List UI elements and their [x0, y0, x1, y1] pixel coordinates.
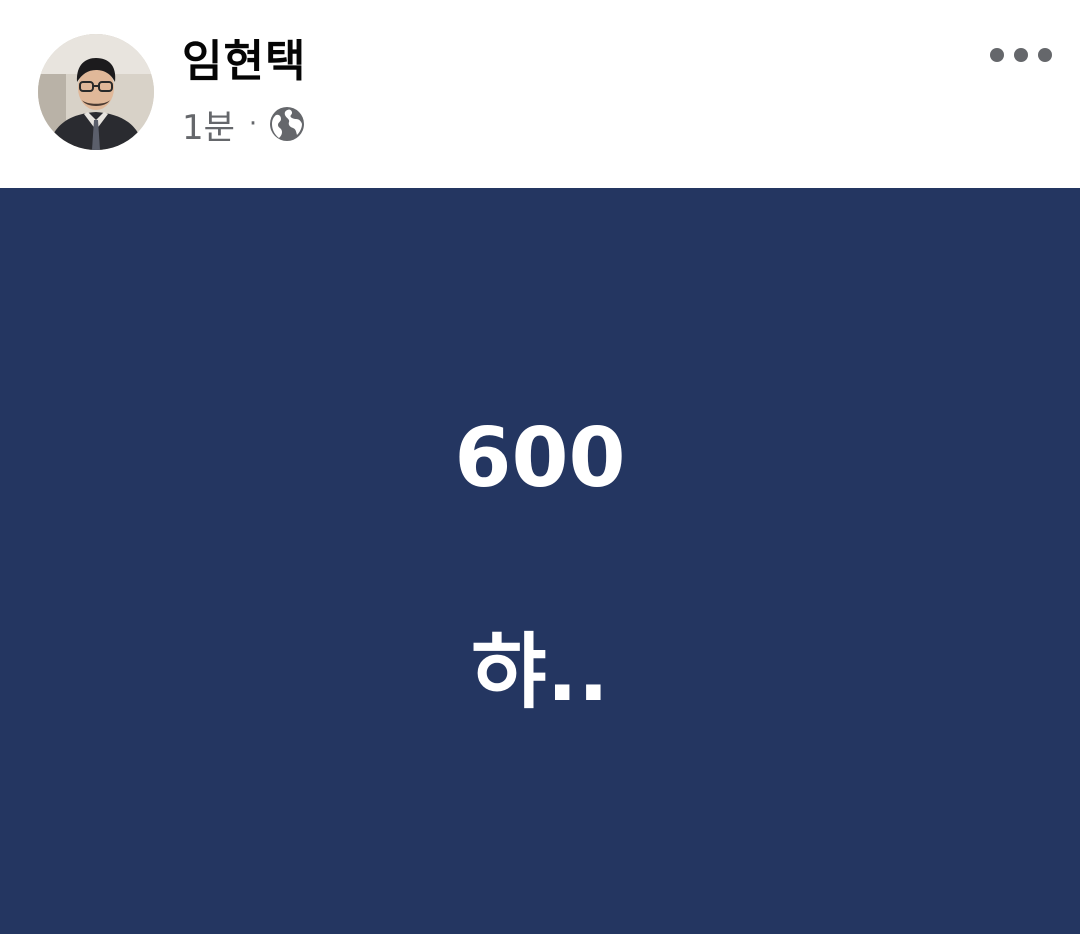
- post-text-background[interactable]: 600 햐..: [0, 188, 1080, 934]
- author-name[interactable]: 임현택: [182, 36, 306, 88]
- post-meta: 1분 ·: [182, 100, 305, 149]
- facebook-post: 임현택 1분 · 600 햐..: [0, 0, 1080, 942]
- profile-photo: [38, 34, 154, 150]
- author-avatar[interactable]: [38, 34, 154, 150]
- post-divider: [0, 934, 1080, 942]
- globe-icon[interactable]: [269, 106, 305, 142]
- post-text-line-1: 600: [454, 411, 626, 506]
- post-timestamp[interactable]: 1분: [182, 100, 235, 149]
- more-dot: [1014, 48, 1028, 62]
- more-options-icon[interactable]: [990, 38, 1052, 72]
- post-text-line-2: 햐..: [471, 625, 609, 720]
- meta-separator: ·: [248, 109, 258, 139]
- more-dot: [1038, 48, 1052, 62]
- more-dot: [990, 48, 1004, 62]
- post-header: 임현택 1분 ·: [0, 0, 1080, 188]
